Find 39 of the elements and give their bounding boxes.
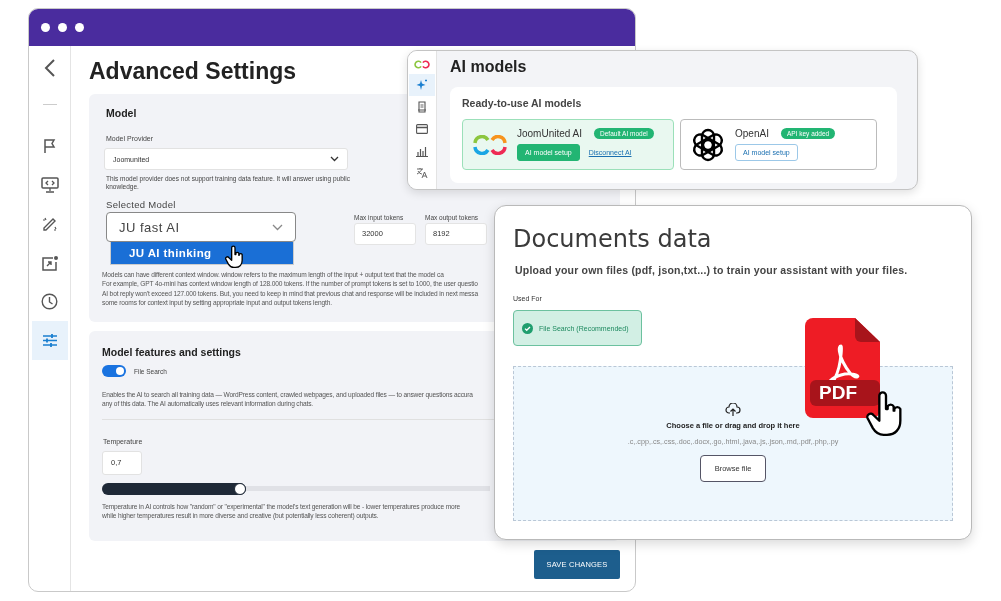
image-arrow-icon bbox=[40, 254, 59, 271]
monitor-code-icon bbox=[40, 176, 59, 193]
knot-logo-icon bbox=[691, 127, 725, 162]
pdf-label: PDF bbox=[819, 382, 857, 404]
rings-logo-icon bbox=[414, 60, 430, 69]
cloud-upload-icon bbox=[725, 403, 741, 417]
page-title: Advanced Settings bbox=[89, 57, 297, 85]
sidebar-item[interactable] bbox=[31, 321, 68, 360]
pencil-sparkle-icon bbox=[41, 215, 58, 232]
flag-icon bbox=[42, 137, 57, 154]
dropdown-option[interactable]: JU AI thinking bbox=[110, 242, 294, 265]
section-heading: Model features and settings bbox=[102, 345, 241, 359]
toggle-switch[interactable] bbox=[102, 365, 126, 377]
document-icon bbox=[417, 101, 427, 113]
chevron-down-icon bbox=[330, 156, 339, 162]
section-heading: Model bbox=[106, 106, 137, 120]
pdf-file-icon bbox=[805, 318, 880, 418]
check-circle-icon bbox=[522, 322, 533, 334]
bar-chart-icon bbox=[416, 145, 428, 157]
window-title: AI models bbox=[450, 57, 528, 77]
model-name: JoomUnited AI bbox=[517, 128, 583, 139]
card-icon bbox=[416, 124, 428, 134]
subtitle: Upload your own files (pdf, json,txt...) to train your assistant with your files. bbox=[515, 263, 908, 277]
window-dot-icon bbox=[41, 23, 50, 32]
window-title: Documents data bbox=[513, 224, 712, 254]
chevron-down-icon bbox=[272, 223, 283, 231]
rings-logo-icon bbox=[473, 134, 507, 155]
model-name: OpenAI bbox=[735, 128, 769, 139]
translate-icon bbox=[416, 167, 428, 179]
sparkle-icon bbox=[416, 79, 428, 91]
clock-icon bbox=[41, 293, 58, 310]
window-dot-icon bbox=[75, 23, 84, 32]
window-dot-icon bbox=[58, 23, 67, 32]
hand-cursor-icon bbox=[225, 245, 245, 269]
field-label: Selected Model bbox=[106, 199, 176, 211]
model-select[interactable]: JU fast AI bbox=[106, 212, 296, 242]
sliders-icon bbox=[41, 333, 58, 348]
section-heading: Ready-to-use AI models bbox=[462, 97, 583, 110]
sidebar-item[interactable] bbox=[409, 74, 435, 96]
